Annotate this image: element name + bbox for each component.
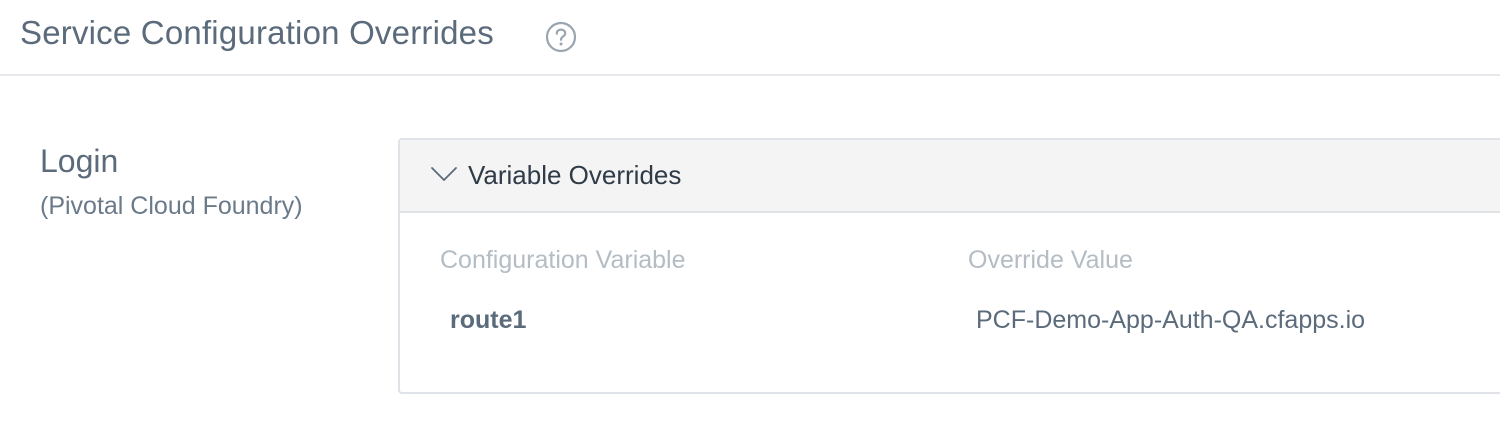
page-title: Service Configuration Overrides (20, 14, 494, 51)
override-value: PCF-Demo-App-Auth-QA.cfapps.io (976, 306, 1366, 334)
service-configuration-overrides-page: Service Configuration Overrides Login (P… (0, 0, 1500, 428)
column-header-override-value: Override Value (968, 246, 1133, 274)
service-name: Login (40, 143, 119, 179)
panel-title: Variable Overrides (468, 160, 682, 190)
question-circle-icon[interactable] (545, 21, 577, 53)
variable-overrides-panel: Variable Overrides Configuration Variabl… (398, 138, 1500, 394)
chevron-down-icon (430, 164, 458, 184)
override-variable-name: route1 (450, 306, 527, 334)
section-header: Service Configuration Overrides (0, 0, 1500, 76)
service-type: (Pivotal Cloud Foundry) (40, 192, 303, 220)
variable-overrides-toggle[interactable]: Variable Overrides (400, 140, 1500, 213)
column-header-configuration-variable: Configuration Variable (440, 246, 686, 274)
